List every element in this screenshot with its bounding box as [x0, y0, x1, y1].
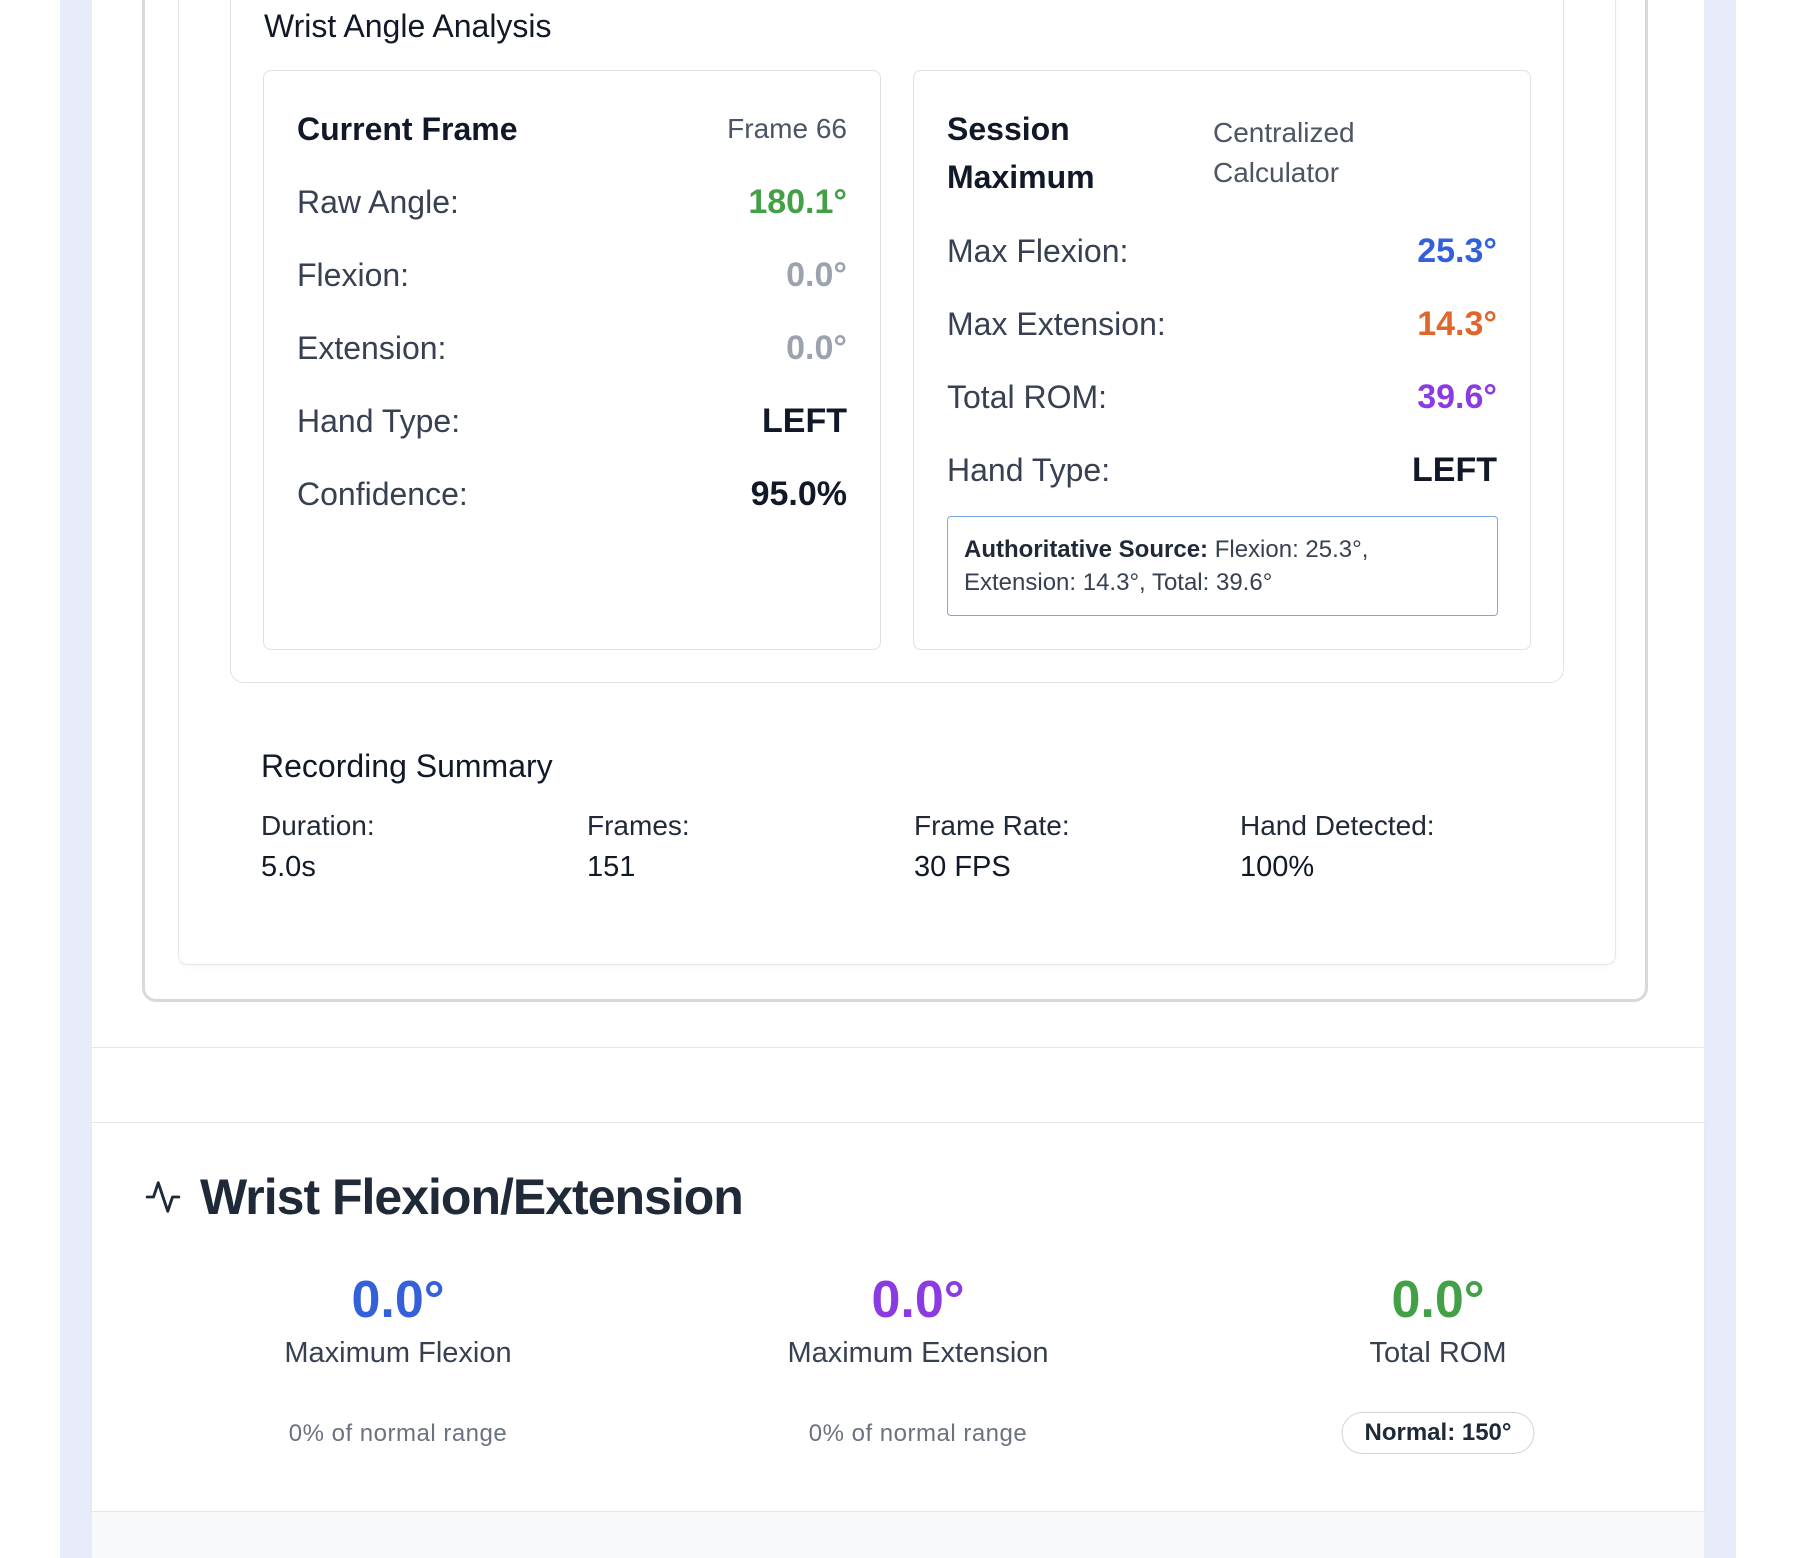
session-hand-type-value: LEFT [1412, 450, 1497, 489]
total-rom-metric-label: Total ROM [1369, 1337, 1507, 1369]
authoritative-source-text-1: Flexion: 25.3°, [1208, 536, 1369, 563]
hand-type-row: Hand Type: LEFT [297, 399, 847, 443]
authoritative-source-label: Authoritative Source: [964, 536, 1209, 563]
total-rom-metric: 0.0° Total ROM Normal: 150° [1218, 1271, 1658, 1454]
frames-value: 151 [587, 851, 636, 883]
extension-row: Extension: 0.0° [297, 326, 847, 370]
maximum-flexion-value: 0.0° [351, 1271, 445, 1329]
session-maximum-title-line2: Maximum [947, 159, 1095, 195]
frame-rate-label: Frame Rate: [914, 810, 1070, 841]
maximum-extension-metric: 0.0° Maximum Extension 0% of normal rang… [698, 1271, 1138, 1447]
raw-angle-label: Raw Angle: [297, 183, 459, 220]
normal-range-badge: Normal: 150° [1341, 1412, 1535, 1454]
flexion-row: Flexion: 0.0° [297, 253, 847, 297]
confidence-label: Confidence: [297, 475, 468, 512]
total-rom-label: Total ROM: [947, 378, 1108, 415]
extension-value: 0.0° [786, 328, 847, 367]
duration-label: Duration: [261, 810, 375, 841]
current-frame-card: Current Frame Frame 66 Raw Angle: 180.1°… [263, 70, 881, 650]
confidence-row: Confidence: 95.0% [297, 472, 847, 516]
recording-summary-title: Recording Summary [261, 748, 553, 784]
summary-frame-rate: Frame Rate: 30 FPS [914, 806, 1070, 888]
calculator-source-line1: Centralized [1213, 117, 1355, 148]
frames-label: Frames: [587, 810, 690, 841]
session-maximum-title: Session Maximum [947, 105, 1095, 201]
max-extension-label: Max Extension: [947, 305, 1166, 342]
wrist-flexion-extension-card: Wrist Flexion/Extension 0.0° Maximum Fle… [92, 1122, 1704, 1512]
calculator-source: Centralized Calculator [1213, 113, 1355, 193]
max-extension-row: Max Extension: 14.3° [947, 302, 1497, 346]
calculator-source-line2: Calculator [1213, 157, 1340, 188]
wrist-flexion-extension-title: Wrist Flexion/Extension [200, 1169, 744, 1225]
authoritative-source-box: Authoritative Source: Flexion: 25.3°, Ex… [947, 516, 1498, 616]
session-maximum-card: Session Maximum Centralized Calculator M… [913, 70, 1531, 650]
session-maximum-title-line1: Session [947, 111, 1070, 147]
raw-angle-value: 180.1° [748, 182, 847, 221]
duration-value: 5.0s [261, 851, 316, 883]
session-hand-type-label: Hand Type: [947, 451, 1111, 488]
maximum-flexion-label: Maximum Flexion [284, 1337, 512, 1369]
maximum-extension-label: Maximum Extension [787, 1337, 1049, 1369]
current-frame-title: Current Frame [297, 111, 518, 147]
wrist-flexion-extension-header: Wrist Flexion/Extension [144, 1168, 744, 1226]
confidence-value: 95.0% [750, 474, 847, 513]
maximum-extension-value: 0.0° [871, 1271, 965, 1329]
frame-number: Frame 66 [727, 113, 847, 144]
flexion-label: Flexion: [297, 256, 410, 293]
raw-angle-row: Raw Angle: 180.1° [297, 180, 847, 224]
max-flexion-label: Max Flexion: [947, 232, 1129, 269]
total-rom-row: Total ROM: 39.6° [947, 375, 1497, 419]
activity-icon [145, 1181, 181, 1213]
maximum-flexion-metric: 0.0° Maximum Flexion 0% of normal range [178, 1271, 618, 1447]
frame-rate-value: 30 FPS [914, 851, 1011, 883]
flexion-value: 0.0° [786, 255, 847, 294]
hand-detected-label: Hand Detected: [1240, 810, 1435, 841]
total-rom-value: 39.6° [1417, 377, 1497, 416]
summary-frames: Frames: 151 [587, 806, 690, 888]
authoritative-source-text-2: Extension: 14.3°, Total: 39.6° [964, 569, 1273, 596]
max-flexion-row: Max Flexion: 25.3° [947, 229, 1497, 273]
summary-duration: Duration: 5.0s [261, 806, 375, 888]
summary-hand-detected: Hand Detected: 100% [1240, 806, 1435, 888]
extension-label: Extension: [297, 329, 447, 366]
total-rom-metric-value: 0.0° [1391, 1271, 1485, 1329]
session-hand-type-row: Hand Type: LEFT [947, 448, 1497, 492]
next-card-edge [92, 1512, 1704, 1558]
maximum-extension-note: 0% of normal range [808, 1420, 1028, 1447]
max-flexion-value: 25.3° [1417, 231, 1497, 270]
hand-type-value: LEFT [762, 401, 847, 440]
empty-card [92, 1047, 1704, 1125]
max-extension-value: 14.3° [1417, 304, 1497, 343]
maximum-flexion-note: 0% of normal range [288, 1420, 508, 1447]
hand-detected-value: 100% [1240, 851, 1315, 883]
hand-type-label: Hand Type: [297, 402, 461, 439]
wrist-angle-analysis-title: Wrist Angle Analysis [264, 8, 552, 44]
